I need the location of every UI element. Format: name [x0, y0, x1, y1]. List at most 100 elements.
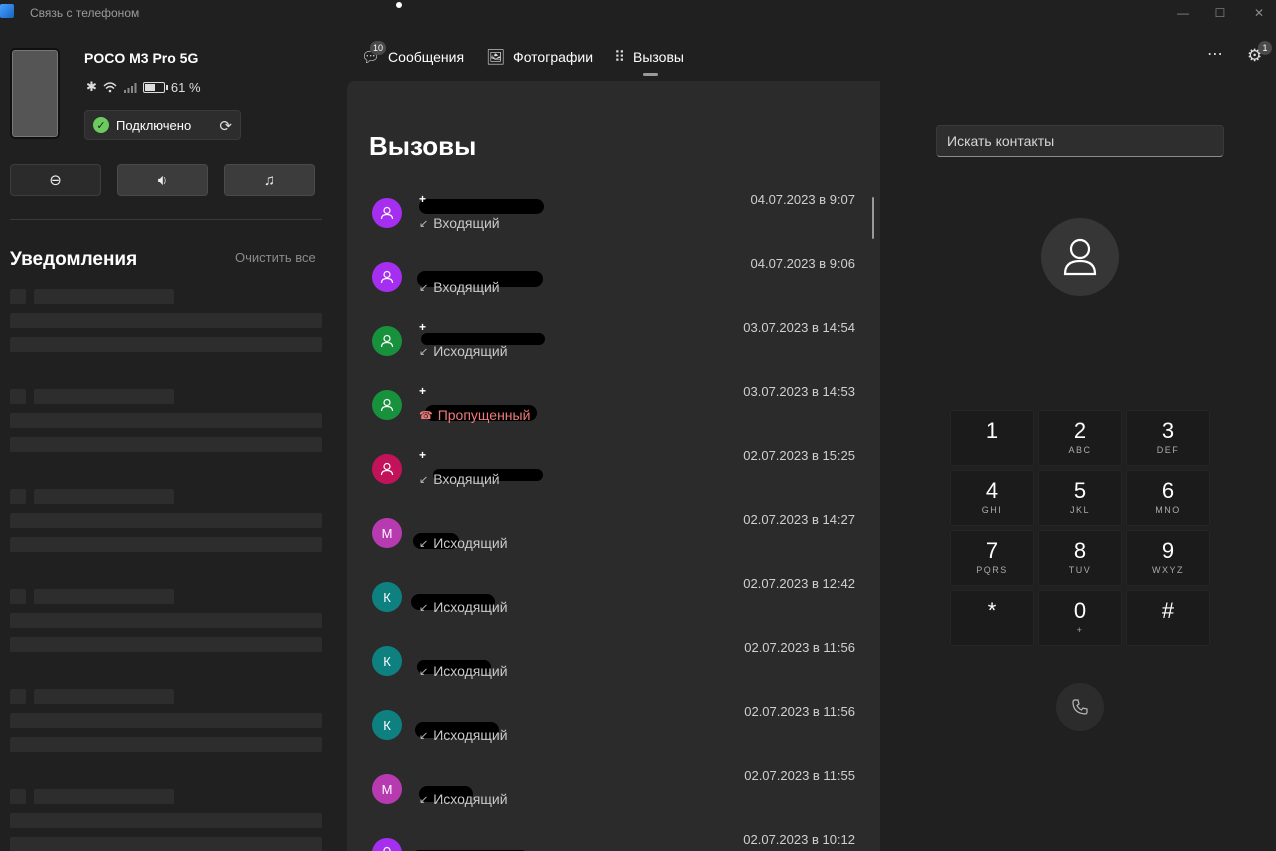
contact-avatar-small [372, 390, 402, 420]
skeleton-placeholder [10, 637, 322, 652]
call-row[interactable]: К ↙ Исходящий 02.07.2023 в 11:56 [347, 629, 867, 693]
audio-button[interactable]: 🔉︎ [117, 164, 208, 196]
settings-badge: 1 [1258, 41, 1272, 55]
dialpad-key[interactable]: 6 MNO [1126, 470, 1210, 526]
dialpad-key[interactable]: 3 DEF [1126, 410, 1210, 466]
dialpad-key[interactable]: 2 ABC [1038, 410, 1122, 466]
dialpad-key[interactable]: 7 PQRS [950, 530, 1034, 586]
battery-icon [142, 81, 168, 93]
skeleton-placeholder [34, 489, 174, 504]
refresh-icon[interactable]: ⟳ [219, 117, 232, 135]
connection-status: ✓ Подключено ⟳ [84, 110, 241, 140]
call-row[interactable]: + ↙ Входящий 04.07.2023 в 9:07 [347, 181, 867, 245]
music-button[interactable]: ♫ [224, 164, 315, 196]
scrollbar[interactable] [872, 197, 874, 239]
call-button[interactable] [1056, 683, 1104, 731]
do-not-disturb-button[interactable]: ⊖ [10, 164, 101, 196]
dialpad-icon: ⠿ [614, 49, 625, 66]
skeleton-placeholder [34, 389, 174, 404]
calls-title: Вызовы [369, 131, 477, 161]
dialpad-key[interactable]: 1 [950, 410, 1034, 466]
call-direction-icon: ↙ [419, 537, 429, 550]
call-row[interactable]: + ☎ Пропущенный 03.07.2023 в 14:53 [347, 373, 867, 437]
contact-avatar-small: М [372, 774, 402, 804]
call-date: 02.07.2023 в 11:56 [744, 704, 855, 719]
call-row[interactable]: + ↙ Входящий 02.07.2023 в 15:25 [347, 437, 867, 501]
skeleton-placeholder [34, 689, 174, 704]
tab-photos[interactable]: 🖼︎ Фотографии [486, 44, 593, 70]
more-icon[interactable]: ⋯ [1207, 44, 1224, 64]
call-type: ↙ Исходящий [419, 535, 508, 551]
call-row[interactable]: + ↙ Исходящий 03.07.2023 в 14:54 [347, 309, 867, 373]
call-type-label: Входящий [433, 215, 500, 231]
dialpad-letters: DEF [1156, 445, 1180, 455]
skeleton-placeholder [34, 789, 174, 804]
photo-icon: 🖼︎ [486, 49, 506, 66]
skeleton-placeholder [10, 537, 322, 552]
tab-calls[interactable]: ⠿ Вызовы [614, 44, 684, 70]
dialpad-letters: MNO [1155, 505, 1181, 515]
skeleton-placeholder [10, 289, 26, 304]
person-icon [380, 206, 394, 220]
call-type: ☎ Пропущенный [419, 407, 530, 423]
cursor-dot [396, 2, 402, 8]
call-type: ↙ Входящий [419, 279, 500, 295]
close-button[interactable]: ✕ [1236, 0, 1276, 26]
call-row[interactable]: К ↙ Исходящий 02.07.2023 в 12:42 [347, 565, 867, 629]
call-direction-icon: ↙ [419, 345, 429, 358]
skeleton-placeholder [10, 489, 26, 504]
call-type-label: Исходящий [433, 727, 508, 743]
phone-thumbnail [10, 48, 60, 139]
contact-avatar-small: К [372, 582, 402, 612]
dialpad-key[interactable]: # [1126, 590, 1210, 646]
contact-avatar-small: К [372, 710, 402, 740]
dialpad-digit: * [987, 598, 997, 623]
phone-number-prefix: + [419, 320, 427, 334]
call-direction-icon: ↙ [419, 729, 429, 742]
dialpad-key[interactable]: 9 WXYZ [1126, 530, 1210, 586]
divider [10, 219, 322, 220]
call-type-label: Входящий [433, 471, 500, 487]
dialpad-key[interactable]: 4 GHI [950, 470, 1034, 526]
dialpad-digit: 3 [1161, 418, 1175, 443]
call-row[interactable]: К ↙ Исходящий 02.07.2023 в 11:56 [347, 693, 867, 757]
person-icon [380, 398, 394, 412]
signal-icon [123, 82, 137, 93]
dialpad-digit: 9 [1161, 538, 1175, 563]
skeleton-placeholder [10, 813, 322, 828]
dialpad-key[interactable]: 8 TUV [1038, 530, 1122, 586]
person-icon [380, 462, 394, 476]
call-row[interactable]: ↙ Входящий 04.07.2023 в 9:06 [347, 245, 867, 309]
speaker-icon: 🔉︎ [157, 171, 168, 189]
phone-number-prefix: + [419, 384, 427, 398]
phone-icon [1072, 699, 1088, 715]
person-icon [383, 846, 391, 851]
call-row[interactable]: М ↙ Исходящий 02.07.2023 в 11:55 [347, 757, 867, 821]
dialpad-letters: WXYZ [1152, 565, 1184, 575]
call-type: ↙ Входящий [419, 215, 500, 231]
search-contacts-input[interactable] [936, 125, 1224, 157]
dialpad-key[interactable]: 0 + [1038, 590, 1122, 646]
contact-avatar-small: М [372, 518, 402, 548]
call-type: ↙ Исходящий [419, 727, 508, 743]
skeleton-placeholder [10, 589, 26, 604]
skeleton-placeholder [10, 313, 322, 328]
dialpad-digit: 5 [1073, 478, 1087, 503]
call-direction-icon: ↙ [419, 281, 429, 294]
dialpad-key[interactable]: * [950, 590, 1034, 646]
call-type: ↙ Исходящий [419, 791, 508, 807]
dialpad-letters: GHI [981, 505, 1003, 515]
tab-messages-label: Сообщения [388, 49, 465, 65]
check-icon: ✓ [93, 117, 109, 133]
call-row[interactable]: 02.07.2023 в 10:12 [347, 821, 867, 851]
dialpad-digit: 0 [1073, 598, 1087, 623]
person-icon [1063, 238, 1097, 276]
skeleton-placeholder [34, 289, 174, 304]
skeleton-placeholder [10, 613, 322, 628]
call-row[interactable]: М ↙ Исходящий 02.07.2023 в 14:27 [347, 501, 867, 565]
dialpad-key[interactable]: 5 JKL [1038, 470, 1122, 526]
clear-all-link[interactable]: Очистить все [235, 250, 316, 265]
call-date: 02.07.2023 в 11:56 [744, 640, 855, 655]
phone-number-prefix: + [419, 192, 427, 206]
call-date: 02.07.2023 в 10:12 [743, 832, 855, 847]
